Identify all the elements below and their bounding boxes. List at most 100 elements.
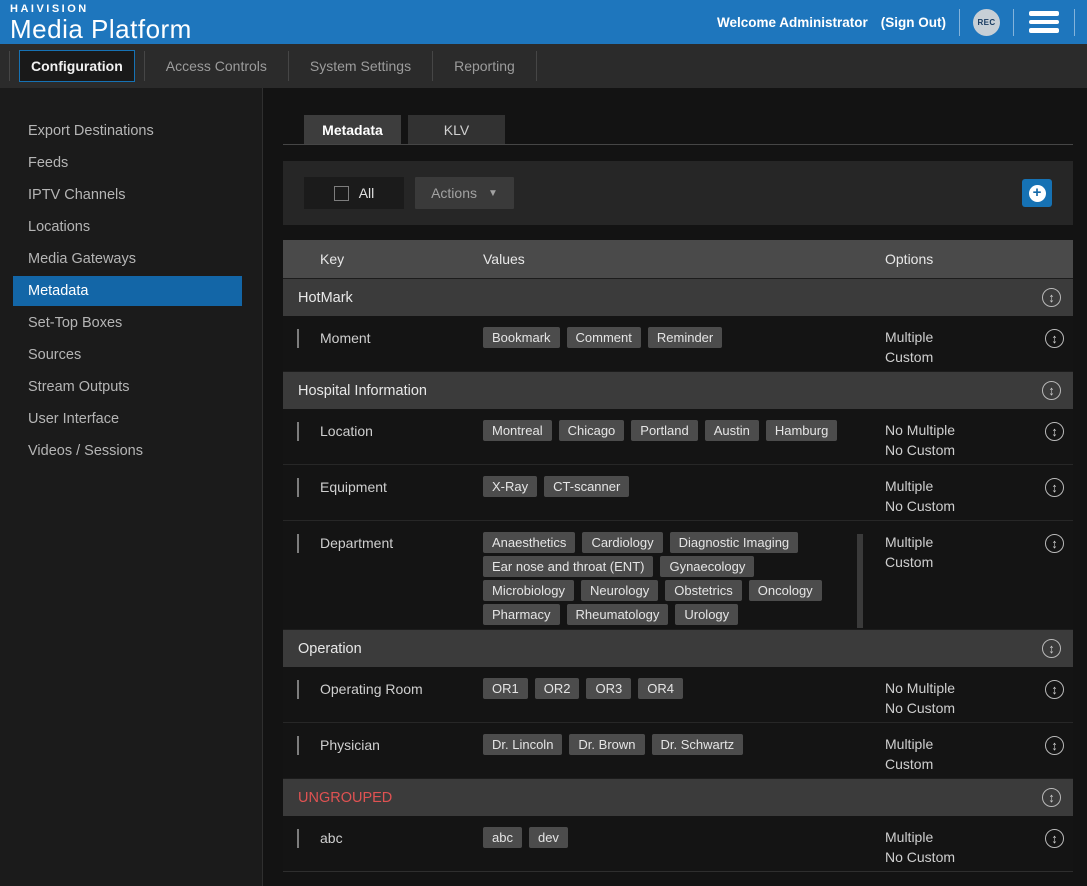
- hamburger-menu-icon[interactable]: [1027, 10, 1061, 34]
- metadata-row-moment[interactable]: MomentBookmarkCommentReminderMultipleCus…: [283, 316, 1073, 371]
- sidebar-item-videos-sessions[interactable]: Videos / Sessions: [0, 435, 262, 467]
- sidebar-item-stream-outputs[interactable]: Stream Outputs: [0, 371, 262, 403]
- value-tag-comment: Comment: [567, 327, 641, 348]
- brand-logo[interactable]: HAIVISION Media Platform: [10, 2, 192, 42]
- sidebar-item-feeds[interactable]: Feeds: [0, 147, 262, 179]
- move-icon[interactable]: ↕: [1045, 422, 1064, 441]
- value-tag-obstetrics: Obstetrics: [665, 580, 742, 601]
- top-nav: Configuration Access Controls System Setti…: [0, 44, 1087, 88]
- sidebar-item-set-top-boxes[interactable]: Set-Top Boxes: [0, 307, 262, 339]
- tab-klv[interactable]: KLV: [408, 115, 505, 144]
- metadata-row-location[interactable]: LocationMontrealChicagoPortlandAustinHam…: [283, 409, 1073, 464]
- move-icon[interactable]: ↕: [1045, 829, 1064, 848]
- option-no-custom: No Custom: [885, 698, 1045, 718]
- sidebar-item-export-destinations[interactable]: Export Destinations: [0, 115, 262, 147]
- row-checkbox[interactable]: [297, 829, 299, 848]
- caret-down-icon: ▼: [488, 188, 498, 199]
- rec-indicator-icon[interactable]: REC: [973, 9, 1000, 36]
- nav-item-access-controls[interactable]: Access Controls: [154, 50, 279, 82]
- row-checkbox[interactable]: [297, 534, 299, 553]
- values-scrollbar[interactable]: [857, 534, 863, 628]
- row-options: MultipleNo Custom: [865, 827, 1045, 867]
- group-name: HotMark: [283, 290, 680, 306]
- actions-label: Actions: [431, 185, 477, 201]
- move-icon[interactable]: ↕: [1045, 478, 1064, 497]
- tab-metadata[interactable]: Metadata: [304, 115, 401, 144]
- value-tag-montreal: Montreal: [483, 420, 552, 441]
- row-checkbox[interactable]: [297, 422, 299, 441]
- sidebar-item-iptv-channels[interactable]: IPTV Channels: [0, 179, 262, 211]
- value-tag-hamburg: Hamburg: [766, 420, 837, 441]
- option-no-custom: No Custom: [885, 496, 1045, 516]
- value-tag-gynaecology: Gynaecology: [660, 556, 754, 577]
- select-all-checkbox[interactable]: [334, 186, 349, 201]
- row-checkbox[interactable]: [297, 329, 299, 348]
- move-icon[interactable]: ↕: [1042, 381, 1061, 400]
- value-tag-urology: Urology: [675, 604, 738, 625]
- value-tags: X-RayCT-scanner: [483, 476, 849, 497]
- move-icon[interactable]: ↕: [1045, 534, 1064, 553]
- value-tag-or4: OR4: [638, 678, 683, 699]
- header-divider: [959, 9, 960, 36]
- metadata-row-department[interactable]: DepartmentAnaestheticsCardiologyDiagnost…: [283, 520, 1073, 629]
- row-options: MultipleNo Custom: [865, 476, 1045, 516]
- header-divider: [1013, 9, 1014, 36]
- row-icon-cell: ↕: [1045, 532, 1076, 553]
- sidebar-item-user-interface[interactable]: User Interface: [0, 403, 262, 435]
- value-tags: AnaestheticsCardiologyDiagnostic Imaging…: [483, 532, 849, 625]
- nav-item-system-settings[interactable]: System Settings: [298, 50, 423, 82]
- move-icon[interactable]: ↕: [1042, 288, 1061, 307]
- row-values: MontrealChicagoPortlandAustinHamburg: [483, 420, 865, 441]
- value-tags: OR1OR2OR3OR4: [483, 678, 849, 699]
- row-icon-cell: ↕: [1045, 734, 1076, 755]
- metadata-row-operating-room[interactable]: Operating RoomOR1OR2OR3OR4No MultipleNo …: [283, 667, 1073, 722]
- select-all-control[interactable]: All: [304, 177, 404, 209]
- body-split: Export DestinationsFeedsIPTV ChannelsLoc…: [0, 88, 1087, 886]
- sign-out-link[interactable]: (Sign Out): [881, 15, 946, 30]
- row-icon-cell: ↕: [1045, 827, 1076, 848]
- metadata-row-equipment[interactable]: EquipmentX-RayCT-scannerMultipleNo Custo…: [283, 464, 1073, 520]
- move-icon[interactable]: ↕: [1042, 639, 1061, 658]
- nav-item-configuration[interactable]: Configuration: [19, 50, 135, 82]
- group-row-hospital-information: Hospital Information↕: [283, 371, 1073, 409]
- group-name: UNGROUPED: [283, 790, 680, 806]
- value-tags: MontrealChicagoPortlandAustinHamburg: [483, 420, 849, 441]
- value-tag-abc: abc: [483, 827, 522, 848]
- move-icon[interactable]: ↕: [1042, 788, 1061, 807]
- metadata-row-physician[interactable]: PhysicianDr. LincolnDr. BrownDr. Schwart…: [283, 722, 1073, 778]
- header-divider: [1074, 9, 1075, 36]
- metadata-row-abc[interactable]: abcabcdevMultipleNo Custom↕: [283, 816, 1073, 871]
- sidebar-item-metadata[interactable]: Metadata: [13, 276, 242, 306]
- value-tags: BookmarkCommentReminder: [483, 327, 849, 348]
- value-tag-or3: OR3: [586, 678, 631, 699]
- sidebar-item-media-gateways[interactable]: Media Gateways: [0, 243, 262, 275]
- nav-item-reporting[interactable]: Reporting: [442, 50, 527, 82]
- nav-divider: [536, 51, 537, 81]
- row-key: abc: [320, 827, 483, 846]
- sidebar-menu: Export DestinationsFeedsIPTV ChannelsLoc…: [0, 115, 262, 467]
- move-icon[interactable]: ↕: [1045, 736, 1064, 755]
- option-multiple: Multiple: [885, 327, 1045, 347]
- row-key: Location: [320, 420, 483, 439]
- row-options: MultipleCustom: [865, 327, 1045, 367]
- actions-dropdown[interactable]: Actions ▼: [415, 177, 514, 209]
- value-tag-anaesthetics: Anaesthetics: [483, 532, 575, 553]
- move-icon[interactable]: ↕: [1045, 329, 1064, 348]
- nav-divider: [432, 51, 433, 81]
- add-metadata-button[interactable]: +: [1022, 179, 1052, 207]
- sidebar-item-sources[interactable]: Sources: [0, 339, 262, 371]
- row-check-cell: [283, 476, 320, 497]
- row-checkbox[interactable]: [297, 478, 299, 497]
- move-icon[interactable]: ↕: [1045, 680, 1064, 699]
- group-icon-cell: ↕: [680, 288, 1074, 307]
- nav-divider: [288, 51, 289, 81]
- option-multiple: Multiple: [885, 476, 1045, 496]
- row-check-cell: [283, 827, 320, 848]
- row-checkbox[interactable]: [297, 736, 299, 755]
- value-tag-dr-schwartz: Dr. Schwartz: [652, 734, 744, 755]
- header-right-cluster: Welcome Administrator (Sign Out) REC: [717, 9, 1075, 36]
- row-check-cell: [283, 420, 320, 441]
- row-checkbox[interactable]: [297, 680, 299, 699]
- sidebar-item-locations[interactable]: Locations: [0, 211, 262, 243]
- group-row-operation: Operation↕: [283, 629, 1073, 667]
